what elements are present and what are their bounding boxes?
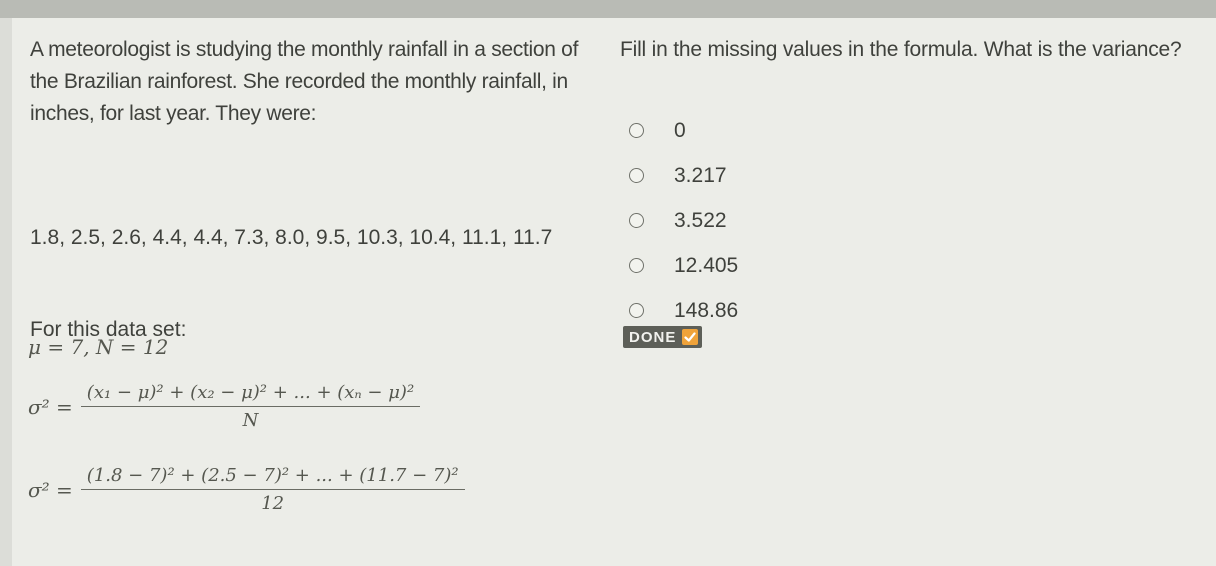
formula-denominator: 12 [261,493,285,514]
formula-numerator: (1.8 − 7)² + (2.5 − 7)² + ... + (11.7 − … [80,465,465,490]
passage-intro: A meteorologist is studying the monthly … [30,38,579,125]
answer-option-label: 0 [674,118,686,142]
answer-option-label: 3.522 [674,208,727,232]
radio-button[interactable] [629,168,644,183]
variance-formula-substituted: σ² = (1.8 − 7)² + (2.5 − 7)² + ... + (11… [28,465,465,514]
done-button[interactable]: DONE [623,326,703,348]
answer-option-label: 148.86 [674,298,739,322]
variance-formula-general: σ² = (x₁ − μ)² + (x₂ − μ)² + ... + (xₙ −… [28,382,421,431]
formula-fraction: (1.8 − 7)² + (2.5 − 7)² + ... + (11.7 − … [80,465,465,514]
answer-option-1[interactable]: 0 [620,108,738,153]
done-button-label: DONE [629,328,677,346]
answer-option-3[interactable]: 3.522 [620,198,738,243]
passage-column: A meteorologist is studying the monthly … [30,34,590,341]
radio-button[interactable] [629,213,644,228]
check-icon [682,329,699,345]
rainfall-values: 1.8, 2.5, 2.6, 4.4, 4.4, 7.3, 8.0, 9.5, … [30,226,553,249]
radio-button[interactable] [629,123,644,138]
answer-option-2[interactable]: 3.217 [620,153,738,198]
formula-numerator: (x₁ − μ)² + (x₂ − μ)² + ... + (xₙ − μ)² [80,382,421,407]
radio-button[interactable] [629,303,644,318]
left-edge [0,18,12,566]
dataset-params: μ = 7, N = 12 [28,335,169,359]
answer-option-4[interactable]: 12.405 [620,243,738,288]
formula-lhs: σ² = [28,394,73,419]
top-bar [0,0,1216,18]
radio-button[interactable] [629,258,644,273]
question-prompt: Fill in the missing values in the formul… [620,38,1182,61]
answer-option-label: 12.405 [674,253,739,277]
formula-fraction: (x₁ − μ)² + (x₂ − μ)² + ... + (xₙ − μ)² … [80,382,421,431]
answer-option-label: 3.217 [674,163,727,187]
formula-lhs: σ² = [28,477,73,502]
answer-options: 0 3.217 3.522 12.405 148.86 [620,108,738,333]
formula-denominator: N [242,410,259,431]
question-column: Fill in the missing values in the formul… [620,34,1200,348]
